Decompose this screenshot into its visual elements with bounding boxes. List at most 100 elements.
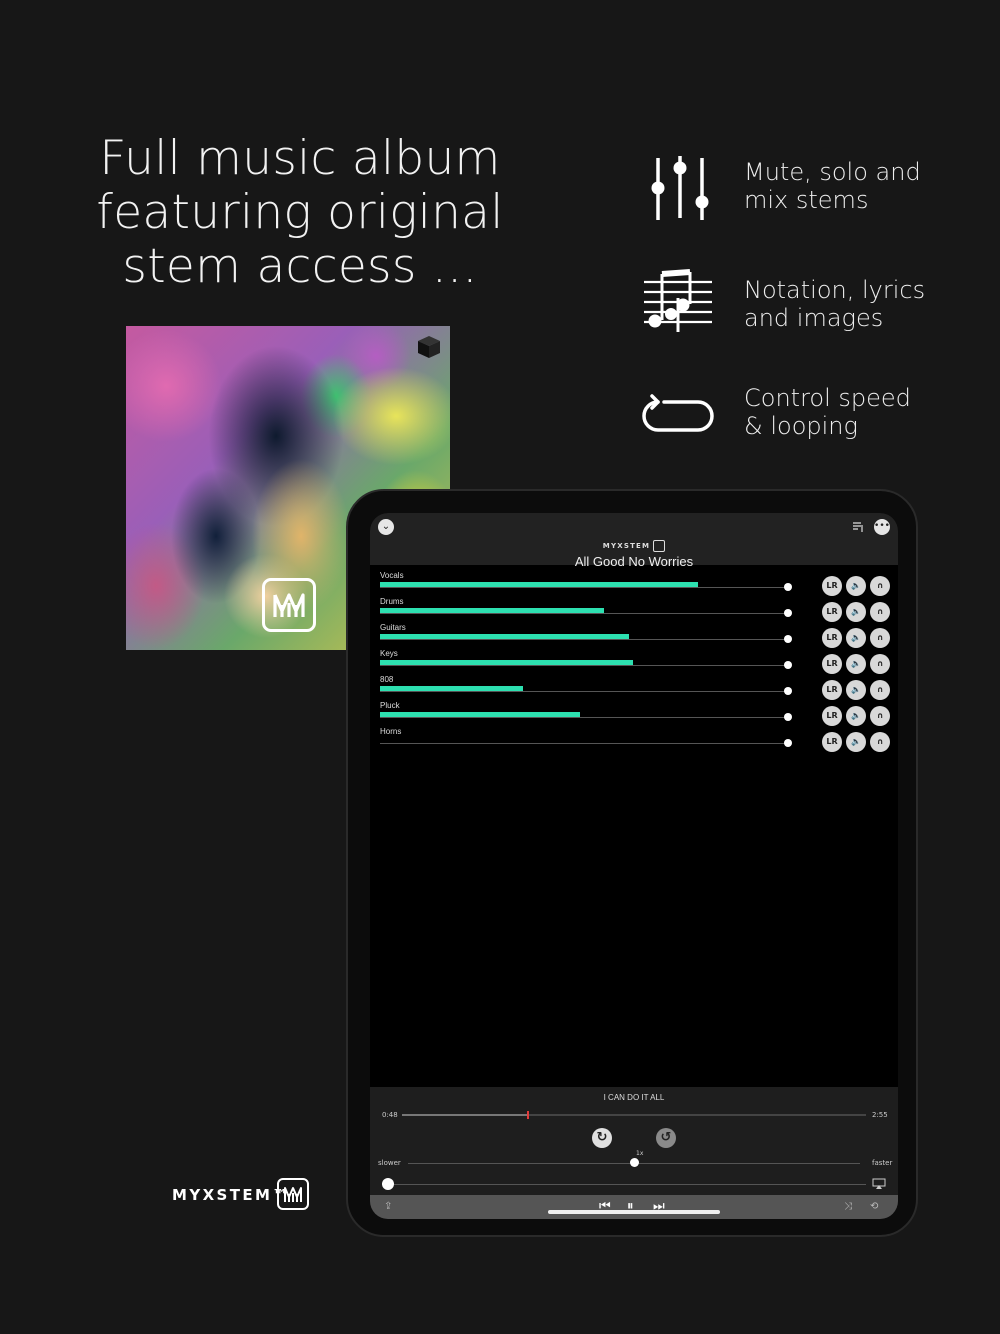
stem-mute-button[interactable]: 🔈 bbox=[846, 602, 866, 622]
speed-slower-label: slower bbox=[378, 1159, 401, 1167]
stem-volume-track[interactable] bbox=[380, 587, 788, 588]
music-notation-icon bbox=[644, 269, 712, 332]
stem-solo-button[interactable]: ∩ bbox=[870, 680, 890, 700]
stem-name: Vocals bbox=[380, 571, 404, 580]
stem-name: Drums bbox=[380, 597, 404, 606]
stem-solo-button[interactable]: ∩ bbox=[870, 602, 890, 622]
stem-volume-track[interactable] bbox=[380, 717, 788, 718]
stem-name: Pluck bbox=[380, 701, 400, 710]
feature-text: Mute, solo and mix stems bbox=[744, 158, 921, 214]
stem-pan-button[interactable]: LR bbox=[822, 576, 842, 596]
headline-line-3: stem access ... bbox=[122, 239, 478, 294]
stem-volume-knob[interactable] bbox=[784, 583, 792, 591]
app-screen: ⌄ ••• MYXSTEM All Good No Worries Vocals… bbox=[370, 513, 898, 1219]
playhead[interactable] bbox=[527, 1111, 529, 1119]
elapsed-time: 0:48 bbox=[382, 1111, 398, 1119]
feature-line: Notation, lyrics bbox=[744, 276, 926, 304]
stem-solo-button[interactable]: ∩ bbox=[870, 628, 890, 648]
cube-icon bbox=[418, 336, 440, 358]
song-title: All Good No Worries bbox=[574, 554, 694, 569]
stem-row: 808 LR 🔈 ∩ bbox=[370, 675, 898, 701]
volume-knob[interactable] bbox=[382, 1178, 394, 1190]
feature-line: and images bbox=[744, 304, 884, 332]
stem-pan-button[interactable]: LR bbox=[822, 732, 842, 752]
stem-mute-button[interactable]: 🔈 bbox=[846, 628, 866, 648]
stem-pan-button[interactable]: LR bbox=[822, 706, 842, 726]
stem-name: 808 bbox=[380, 675, 394, 684]
myxstem-logo-icon bbox=[273, 593, 305, 617]
stem-name: Horns bbox=[380, 727, 402, 736]
stem-volume-knob[interactable] bbox=[784, 635, 792, 643]
stem-mute-button[interactable]: 🔈 bbox=[846, 654, 866, 674]
stem-volume-track[interactable] bbox=[380, 639, 788, 640]
transport-bar: ⇪ ⏮ ⏸ ⏭ ⤨ ⟲ bbox=[370, 1195, 898, 1219]
speed-faster-label: faster bbox=[872, 1159, 893, 1167]
speed-value: 1x bbox=[636, 1150, 644, 1157]
feature-line: & looping bbox=[744, 412, 858, 440]
stem-volume-track[interactable] bbox=[380, 691, 788, 692]
album-logo bbox=[262, 578, 316, 632]
tablet-frame: ⌄ ••• MYXSTEM All Good No Worries Vocals… bbox=[346, 489, 918, 1237]
stem-solo-button[interactable]: ∩ bbox=[870, 732, 890, 752]
brand-wordmark: MYXSTEM™ bbox=[172, 1186, 290, 1204]
stem-pan-button[interactable]: LR bbox=[822, 680, 842, 700]
stem-volume-knob[interactable] bbox=[784, 661, 792, 669]
player-panel: I CAN DO IT ALL 0:48 2:55 ↻ ↺ slower 1x … bbox=[370, 1087, 898, 1219]
loop-end-button[interactable]: ↺ bbox=[656, 1128, 676, 1148]
volume-slider[interactable] bbox=[382, 1184, 866, 1185]
feature-line: Control speed bbox=[744, 384, 911, 412]
feature-notation: Notation, lyrics and images bbox=[638, 268, 978, 348]
stem-volume-knob[interactable] bbox=[784, 687, 792, 695]
headline-line-2: featuring original bbox=[96, 185, 504, 240]
stem-volume-knob[interactable] bbox=[784, 739, 792, 747]
stem-solo-button[interactable]: ∩ bbox=[870, 706, 890, 726]
stem-solo-button[interactable]: ∩ bbox=[870, 654, 890, 674]
stem-pan-button[interactable]: LR bbox=[822, 602, 842, 622]
stem-row: Pluck LR 🔈 ∩ bbox=[370, 701, 898, 727]
loop-start-button[interactable]: ↻ bbox=[592, 1128, 612, 1148]
stem-volume-track[interactable] bbox=[380, 665, 788, 666]
stem-pan-button[interactable]: LR bbox=[822, 654, 842, 674]
feature-text: Control speed & looping bbox=[744, 384, 911, 440]
stem-row: Horns LR 🔈 ∩ bbox=[370, 727, 898, 753]
stem-row: Keys LR 🔈 ∩ bbox=[370, 649, 898, 675]
stem-row: Guitars LR 🔈 ∩ bbox=[370, 623, 898, 649]
home-indicator bbox=[548, 1210, 720, 1214]
feature-text: Notation, lyrics and images bbox=[744, 276, 925, 332]
brand-logo bbox=[277, 1178, 309, 1210]
section-name: I CAN DO IT ALL bbox=[603, 1093, 665, 1102]
stem-solo-button[interactable]: ∩ bbox=[870, 576, 890, 596]
headline-line-1: Full music album bbox=[99, 131, 501, 186]
playlist-icon[interactable] bbox=[852, 521, 864, 533]
collapse-chevron-icon[interactable]: ⌄ bbox=[378, 519, 394, 535]
progress-bar[interactable] bbox=[402, 1111, 866, 1119]
stem-mute-button[interactable]: 🔈 bbox=[846, 576, 866, 596]
stem-mute-button[interactable]: 🔈 bbox=[846, 680, 866, 700]
repeat-icon[interactable]: ⟲ bbox=[870, 1200, 878, 1214]
progress-fill bbox=[402, 1114, 527, 1116]
feature-mix-stems: Mute, solo and mix stems bbox=[638, 152, 978, 232]
myxstem-logo-icon bbox=[653, 540, 666, 552]
myxstem-logo-icon bbox=[284, 1187, 302, 1202]
stem-volume-track[interactable] bbox=[380, 743, 788, 744]
feature-line: Mute, solo and bbox=[744, 158, 921, 186]
stem-volume-knob[interactable] bbox=[784, 713, 792, 721]
stem-pan-button[interactable]: LR bbox=[822, 628, 842, 648]
stem-row: Vocals LR 🔈 ∩ bbox=[370, 571, 898, 597]
feature-speed-loop: Control speed & looping bbox=[638, 378, 978, 458]
stem-volume-track[interactable] bbox=[380, 613, 788, 614]
airplay-icon[interactable] bbox=[872, 1178, 886, 1190]
stem-mute-button[interactable]: 🔈 bbox=[846, 706, 866, 726]
shuffle-icon[interactable]: ⤨ bbox=[844, 1200, 852, 1214]
more-options-icon[interactable]: ••• bbox=[874, 519, 890, 535]
stem-name: Guitars bbox=[380, 623, 406, 632]
feature-line: mix stems bbox=[744, 186, 869, 214]
app-logo: MYXSTEM bbox=[370, 540, 898, 552]
stem-mute-button[interactable]: 🔈 bbox=[846, 732, 866, 752]
stem-volume-knob[interactable] bbox=[784, 609, 792, 617]
app-logo-text: MYXSTEM bbox=[602, 542, 651, 550]
stem-row: Drums LR 🔈 ∩ bbox=[370, 597, 898, 623]
loop-icon bbox=[642, 394, 714, 432]
speed-knob[interactable] bbox=[630, 1158, 639, 1167]
share-icon[interactable]: ⇪ bbox=[384, 1200, 392, 1214]
